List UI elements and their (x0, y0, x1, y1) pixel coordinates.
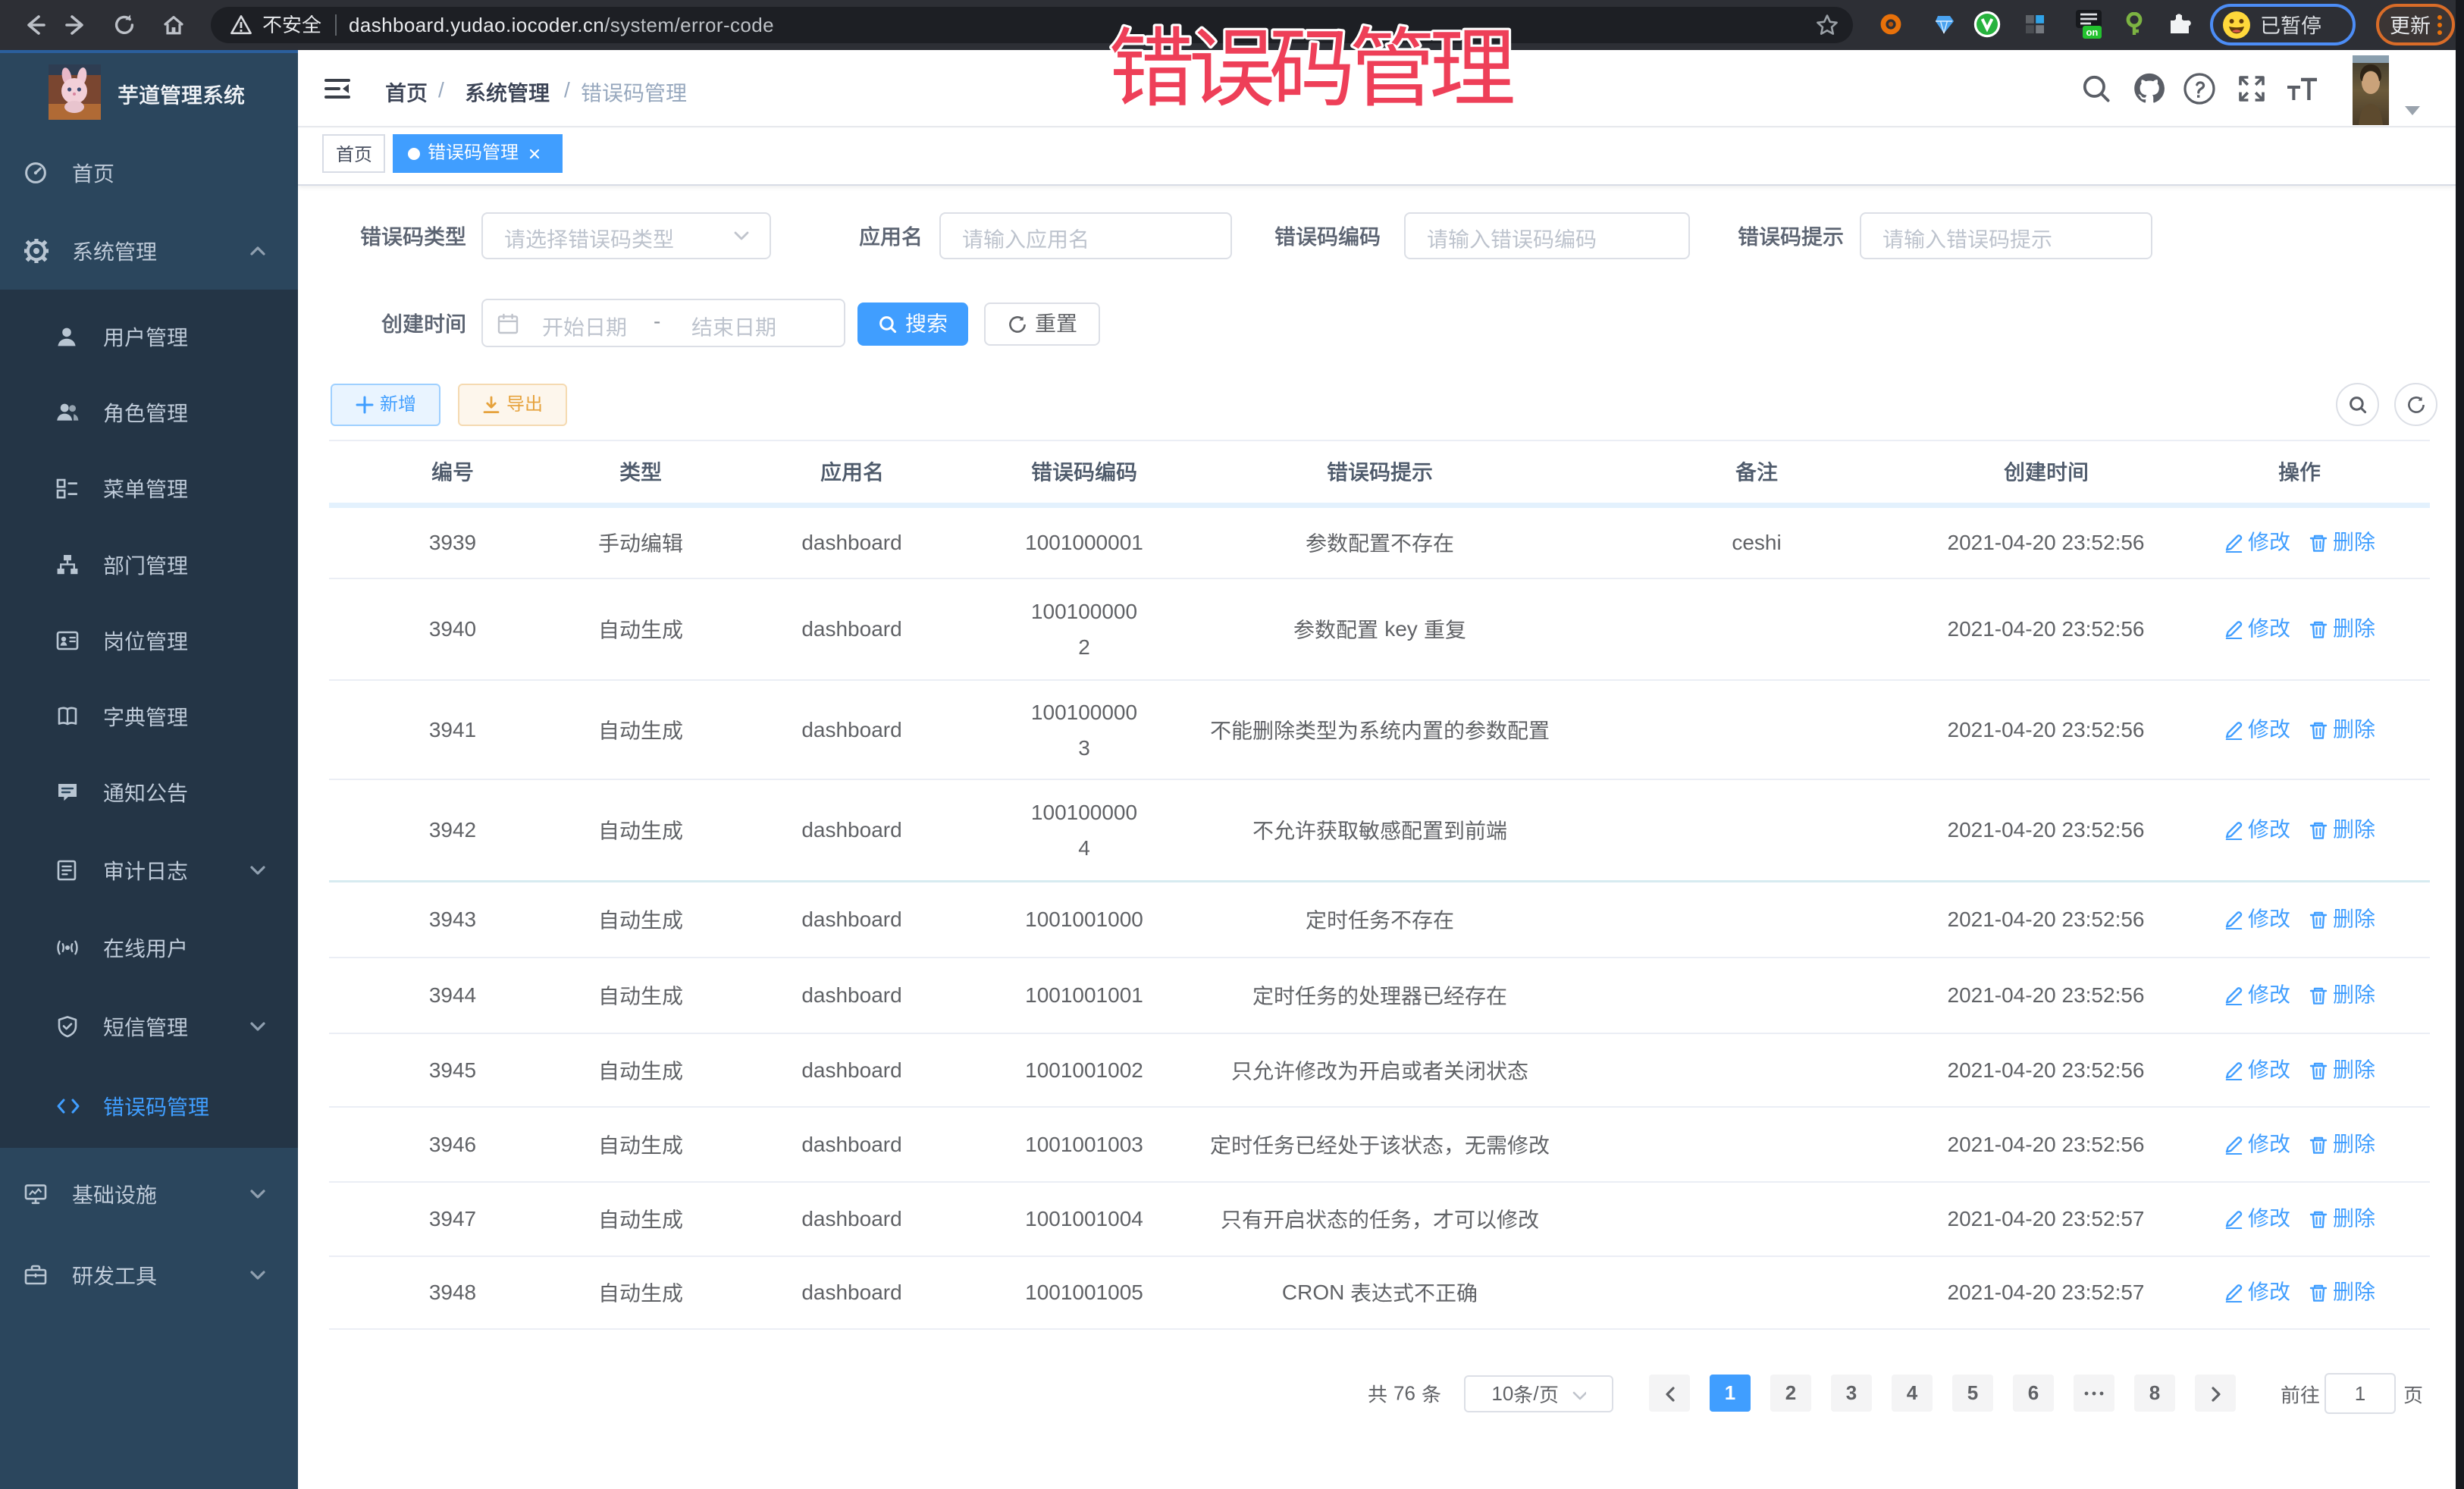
svg-text:on: on (2086, 27, 2098, 38)
